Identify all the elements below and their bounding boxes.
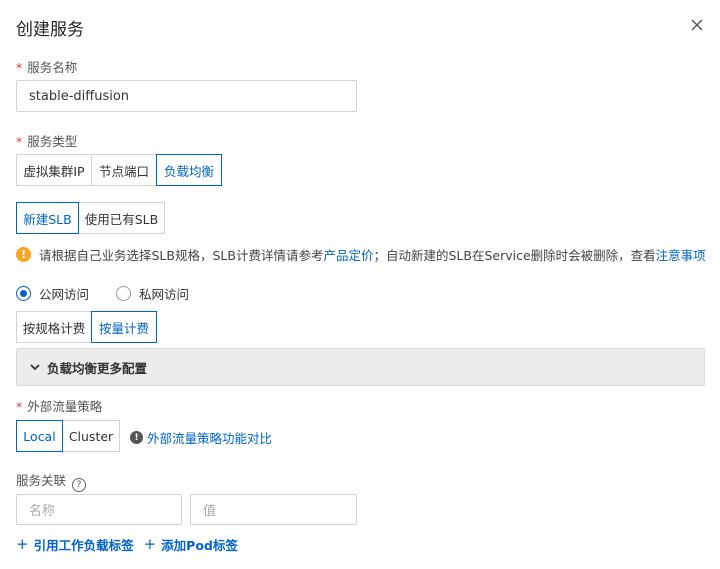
notice-text-1: 请根据自己业务选择SLB规格，SLB计费详情请参考 xyxy=(39,248,324,263)
radio-unchecked-icon xyxy=(116,286,132,301)
access-public-label: 公网访问 xyxy=(39,287,90,302)
traffic-policy-label-text: 外部流量策略 xyxy=(27,399,103,414)
slb-selector: 新建SLB 使用已有SLB xyxy=(16,202,165,234)
association-actions: + 引用工作负载标签 + 添加Pod标签 xyxy=(16,535,248,554)
association-name-input[interactable]: 名称 xyxy=(16,494,182,525)
service-type-load-balancer[interactable]: 负载均衡 xyxy=(156,154,222,186)
radio-checked-icon xyxy=(16,286,31,301)
warning-icon: ! xyxy=(16,247,31,262)
service-name-label: * 服务名称 xyxy=(16,57,77,76)
access-private-label: 私网访问 xyxy=(139,287,190,302)
slb-notice: ! 请根据自己业务选择SLB规格，SLB计费详情请参考 产品定价 ；自动新建的S… xyxy=(16,245,706,264)
service-type-selector: 虚拟集群IP 节点端口 负载均衡 xyxy=(16,154,222,186)
traffic-policy-selector: Local Cluster xyxy=(16,420,120,452)
slb-existing[interactable]: 使用已有SLB xyxy=(78,202,165,234)
add-pod-label-text: 添加Pod标签 xyxy=(161,538,238,553)
service-type-label: * 服务类型 xyxy=(16,131,77,150)
traffic-policy-cluster[interactable]: Cluster xyxy=(62,420,120,452)
service-type-node-port[interactable]: 节点端口 xyxy=(91,154,157,186)
association-value-input[interactable]: 值 xyxy=(190,494,357,525)
notes-link[interactable]: 注意事项 xyxy=(656,245,706,264)
add-workload-label-button[interactable]: + 引用工作负载标签 xyxy=(16,535,134,554)
plus-icon: + xyxy=(16,535,29,553)
billing-by-usage[interactable]: 按量计费 xyxy=(91,311,157,343)
traffic-policy-label: * 外部流量策略 xyxy=(16,396,102,415)
plus-icon: + xyxy=(143,535,157,553)
more-config-label: 负载均衡更多配置 xyxy=(47,360,148,376)
pricing-link[interactable]: 产品定价 xyxy=(323,245,373,264)
more-config-collapse[interactable]: 负载均衡更多配置 xyxy=(16,348,705,386)
required-mark: * xyxy=(16,134,23,149)
billing-selector: 按规格计费 按量计费 xyxy=(16,311,157,343)
info-icon: ! xyxy=(130,431,143,444)
chevron-down-icon xyxy=(30,364,40,371)
slb-new[interactable]: 新建SLB xyxy=(16,202,79,234)
traffic-policy-local[interactable]: Local xyxy=(16,420,63,452)
required-mark: * xyxy=(16,60,23,75)
service-type-label-text: 服务类型 xyxy=(27,134,78,149)
traffic-policy-compare-link[interactable]: 外部流量策略功能对比 xyxy=(147,428,272,447)
add-workload-label-text: 引用工作负载标签 xyxy=(33,538,134,553)
association-label: 服务关联? xyxy=(16,470,87,492)
access-private[interactable]: 私网访问 xyxy=(116,284,189,303)
service-type-cluster-ip[interactable]: 虚拟集群IP xyxy=(16,154,92,186)
notice-text-2: ；自动新建的SLB在Service删除时会被删除，查看 xyxy=(373,248,656,263)
access-public[interactable]: 公网访问 xyxy=(16,284,89,303)
service-name-label-text: 服务名称 xyxy=(27,60,78,75)
dialog-title: 创建服务 xyxy=(16,20,84,40)
help-icon[interactable]: ? xyxy=(72,478,87,492)
close-icon[interactable] xyxy=(689,17,705,33)
service-name-input[interactable]: stable-diffusion xyxy=(16,80,357,112)
add-pod-label-button[interactable]: + 添加Pod标签 xyxy=(144,535,238,554)
access-radio-group: 公网访问 私网访问 xyxy=(16,284,189,303)
billing-by-spec[interactable]: 按规格计费 xyxy=(16,311,92,343)
required-mark: * xyxy=(16,399,23,414)
traffic-policy-hint: ! 外部流量策略功能对比 xyxy=(130,428,272,447)
association-label-text: 服务关联 xyxy=(16,473,67,488)
